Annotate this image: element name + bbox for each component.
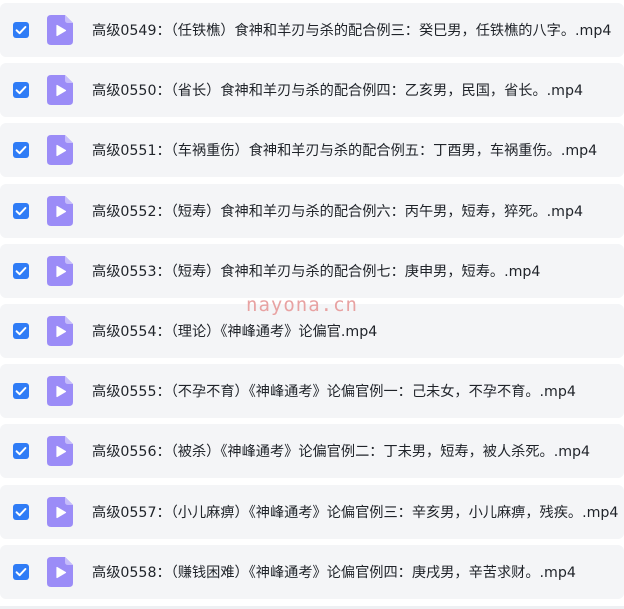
file-name[interactable]: 高级0554：（理论）《神峰通考》论偏官.mp4 bbox=[92, 321, 377, 341]
video-file-icon bbox=[47, 436, 73, 467]
video-file-icon bbox=[47, 255, 73, 286]
file-name[interactable]: 高级0557：（小儿麻痹）《神峰通考》论偏官例三：辛亥男，小儿麻痹，残疾。.mp… bbox=[92, 502, 618, 522]
checkbox-checked-icon[interactable] bbox=[13, 563, 29, 580]
file-row[interactable]: 高级0557：（小儿麻痹）《神峰通考》论偏官例三：辛亥男，小儿麻痹，残疾。.mp… bbox=[0, 484, 624, 539]
checkbox-checked-icon[interactable] bbox=[13, 503, 29, 520]
file-row[interactable]: 高级0555：（不孕不育）《神峰通考》论偏官例一：己未女，不孕不育。.mp4 bbox=[0, 364, 624, 419]
checkbox-checked-icon[interactable] bbox=[13, 262, 29, 279]
video-file-icon bbox=[47, 376, 73, 407]
file-name[interactable]: 高级0551：（车祸重伤）食神和羊刃与杀的配合例五：丁酉男，车祸重伤。.mp4 bbox=[92, 140, 597, 160]
file-name[interactable]: 高级0555：（不孕不育）《神峰通考》论偏官例一：己未女，不孕不育。.mp4 bbox=[92, 381, 576, 401]
file-name[interactable]: 高级0553：（短寿）食神和羊刃与杀的配合例七：庚申男，短寿。.mp4 bbox=[92, 261, 540, 281]
video-file-icon bbox=[47, 75, 73, 106]
checkbox-checked-icon[interactable] bbox=[13, 82, 29, 99]
file-name[interactable]: 高级0550：（省长）食神和羊刃与杀的配合例四：乙亥男，民国，省长。.mp4 bbox=[92, 80, 583, 100]
file-row[interactable]: 高级0558：（赚钱困难）《神峰通考》论偏官例四：庚戌男，辛苦求财。.mp4 bbox=[0, 544, 624, 599]
video-file-icon bbox=[47, 15, 73, 45]
checkbox-checked-icon[interactable] bbox=[13, 142, 29, 159]
video-file-icon bbox=[47, 556, 73, 587]
checkbox-checked-icon[interactable] bbox=[13, 443, 29, 460]
video-file-icon bbox=[47, 135, 73, 166]
file-name[interactable]: 高级0558：（赚钱困难）《神峰通考》论偏官例四：庚戌男，辛苦求财。.mp4 bbox=[92, 562, 576, 582]
file-row[interactable]: 高级0551：（车祸重伤）食神和羊刃与杀的配合例五：丁酉男，车祸重伤。.mp4 bbox=[0, 123, 624, 178]
file-row[interactable]: 高级0554：（理论）《神峰通考》论偏官.mp4 bbox=[0, 304, 624, 358]
file-row[interactable]: 高级0550：（省长）食神和羊刃与杀的配合例四：乙亥男，民国，省长。.mp4 bbox=[0, 63, 624, 118]
file-name[interactable]: 高级0556：（被杀）《神峰通考》论偏官例二：丁未男，短寿，被人杀死。.mp4 bbox=[92, 441, 590, 461]
file-row[interactable]: 高级0552：（短寿）食神和羊刃与杀的配合例六：丙午男，短寿，猝死。.mp4 bbox=[0, 183, 624, 238]
checkbox-checked-icon[interactable] bbox=[13, 22, 29, 38]
file-row[interactable]: 高级0553：（短寿）食神和羊刃与杀的配合例七：庚申男，短寿。.mp4 bbox=[0, 243, 624, 298]
checkbox-checked-icon[interactable] bbox=[13, 383, 29, 400]
video-file-icon bbox=[47, 316, 73, 346]
video-file-icon bbox=[47, 195, 73, 226]
file-name[interactable]: 高级0552：（短寿）食神和羊刃与杀的配合例六：丙午男，短寿，猝死。.mp4 bbox=[92, 201, 583, 221]
file-name[interactable]: 高级0549：（任铁樵）食神和羊刃与杀的配合例三：癸巳男，任铁樵的八字。.mp4 bbox=[92, 20, 611, 40]
file-row[interactable]: 高级0556：（被杀）《神峰通考》论偏官例二：丁未男，短寿，被人杀死。.mp4 bbox=[0, 424, 624, 479]
video-file-icon bbox=[47, 496, 73, 527]
file-row[interactable]: 高级0549：（任铁樵）食神和羊刃与杀的配合例三：癸巳男，任铁樵的八字。.mp4 bbox=[0, 3, 624, 57]
checkbox-checked-icon[interactable] bbox=[13, 202, 29, 219]
checkbox-checked-icon[interactable] bbox=[13, 323, 29, 339]
